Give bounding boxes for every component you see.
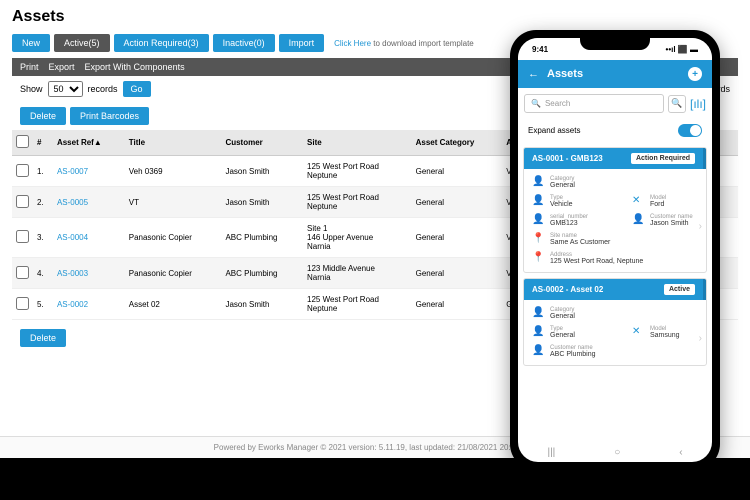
phone-time: 9:41 <box>532 45 548 54</box>
phone-frame: 9:41 ••ıl ⬛ ▬ ← Assets + 🔍 Search 🔍 [ılı… <box>510 30 720 470</box>
col-ref[interactable]: Asset Ref▲ <box>53 130 125 156</box>
row-checkbox[interactable] <box>16 164 29 177</box>
serial-icon: 👤 <box>532 214 544 225</box>
asset-card-1[interactable]: AS-0001 - GMB123 Action Required › 👤Cate… <box>523 147 707 273</box>
add-icon[interactable]: + <box>688 67 702 81</box>
col-customer[interactable]: Customer <box>221 130 303 156</box>
model-icon: ✕ <box>632 195 644 206</box>
print-barcodes-button[interactable]: Print Barcodes <box>70 107 149 125</box>
card1-badge: Action Required <box>631 153 695 164</box>
asset-ref-link[interactable]: AS-0004 <box>57 233 88 242</box>
col-num[interactable]: # <box>33 130 53 156</box>
delete-button[interactable]: Delete <box>20 107 66 125</box>
customer-icon: 👤 <box>632 214 644 225</box>
expand-assets-label: Expand assets <box>528 126 580 135</box>
expand-toggle[interactable] <box>678 124 702 137</box>
card2-title: AS-0002 - Asset 02 <box>532 285 603 294</box>
asset-ref-link[interactable]: AS-0005 <box>57 198 88 207</box>
asset-card-2[interactable]: AS-0002 - Asset 02 Active › 👤CategoryGen… <box>523 278 707 366</box>
app-title: Assets <box>547 68 583 80</box>
customer-icon: 👤 <box>532 345 544 356</box>
row-checkbox[interactable] <box>16 195 29 208</box>
site-icon: 📍 <box>532 233 544 244</box>
delete-button-bottom[interactable]: Delete <box>20 329 66 347</box>
phone-notch <box>580 38 650 50</box>
asset-ref-link[interactable]: AS-0002 <box>57 300 88 309</box>
phone-navbar: ||| ○ ‹ <box>518 442 712 462</box>
row-checkbox[interactable] <box>16 266 29 279</box>
export-link[interactable]: Export <box>49 62 75 72</box>
card2-badge: Active <box>664 284 695 295</box>
address-icon: 📍 <box>532 252 544 263</box>
show-label: Show <box>20 84 43 94</box>
type-icon: 👤 <box>532 195 544 206</box>
model-icon: ✕ <box>632 326 644 337</box>
search-input[interactable]: 🔍 Search <box>524 94 664 113</box>
export-components-link[interactable]: Export With Components <box>85 62 185 72</box>
print-link[interactable]: Print <box>20 62 39 72</box>
category-icon: 👤 <box>532 307 544 318</box>
go-button[interactable]: Go <box>123 81 151 97</box>
search-icon: 🔍 <box>531 99 541 108</box>
download-template-text: Click Here to download import template <box>334 39 474 48</box>
page-title: Assets <box>12 8 738 26</box>
search-button[interactable]: 🔍 <box>668 95 686 113</box>
active-filter-button[interactable]: Active(5) <box>54 34 110 52</box>
page-size-select[interactable]: 50 <box>48 81 83 97</box>
action-required-filter-button[interactable]: Action Required(3) <box>114 34 209 52</box>
new-button[interactable]: New <box>12 34 50 52</box>
records-label: records <box>88 84 118 94</box>
col-category[interactable]: Asset Category <box>412 130 503 156</box>
row-checkbox[interactable] <box>16 297 29 310</box>
row-checkbox[interactable] <box>16 230 29 243</box>
barcode-icon[interactable]: [ılı] <box>690 97 706 111</box>
nav-back-icon[interactable]: ‹ <box>679 447 682 458</box>
card1-title: AS-0001 - GMB123 <box>532 154 603 163</box>
select-all-checkbox[interactable] <box>16 135 29 148</box>
type-icon: 👤 <box>532 326 544 337</box>
asset-ref-link[interactable]: AS-0007 <box>57 167 88 176</box>
inactive-filter-button[interactable]: Inactive(0) <box>213 34 275 52</box>
back-icon[interactable]: ← <box>528 68 539 80</box>
download-template-link[interactable]: Click Here <box>334 39 371 48</box>
chevron-right-icon: › <box>699 333 702 344</box>
chevron-right-icon: › <box>699 221 702 232</box>
phone-status-icons: ••ıl ⬛ ▬ <box>666 45 698 54</box>
asset-ref-link[interactable]: AS-0003 <box>57 269 88 278</box>
col-site[interactable]: Site <box>303 130 412 156</box>
category-icon: 👤 <box>532 176 544 187</box>
import-button[interactable]: Import <box>279 34 325 52</box>
col-title[interactable]: Title <box>125 130 222 156</box>
nav-home-icon[interactable]: ○ <box>614 447 620 458</box>
nav-recent-icon[interactable]: ||| <box>547 447 555 458</box>
